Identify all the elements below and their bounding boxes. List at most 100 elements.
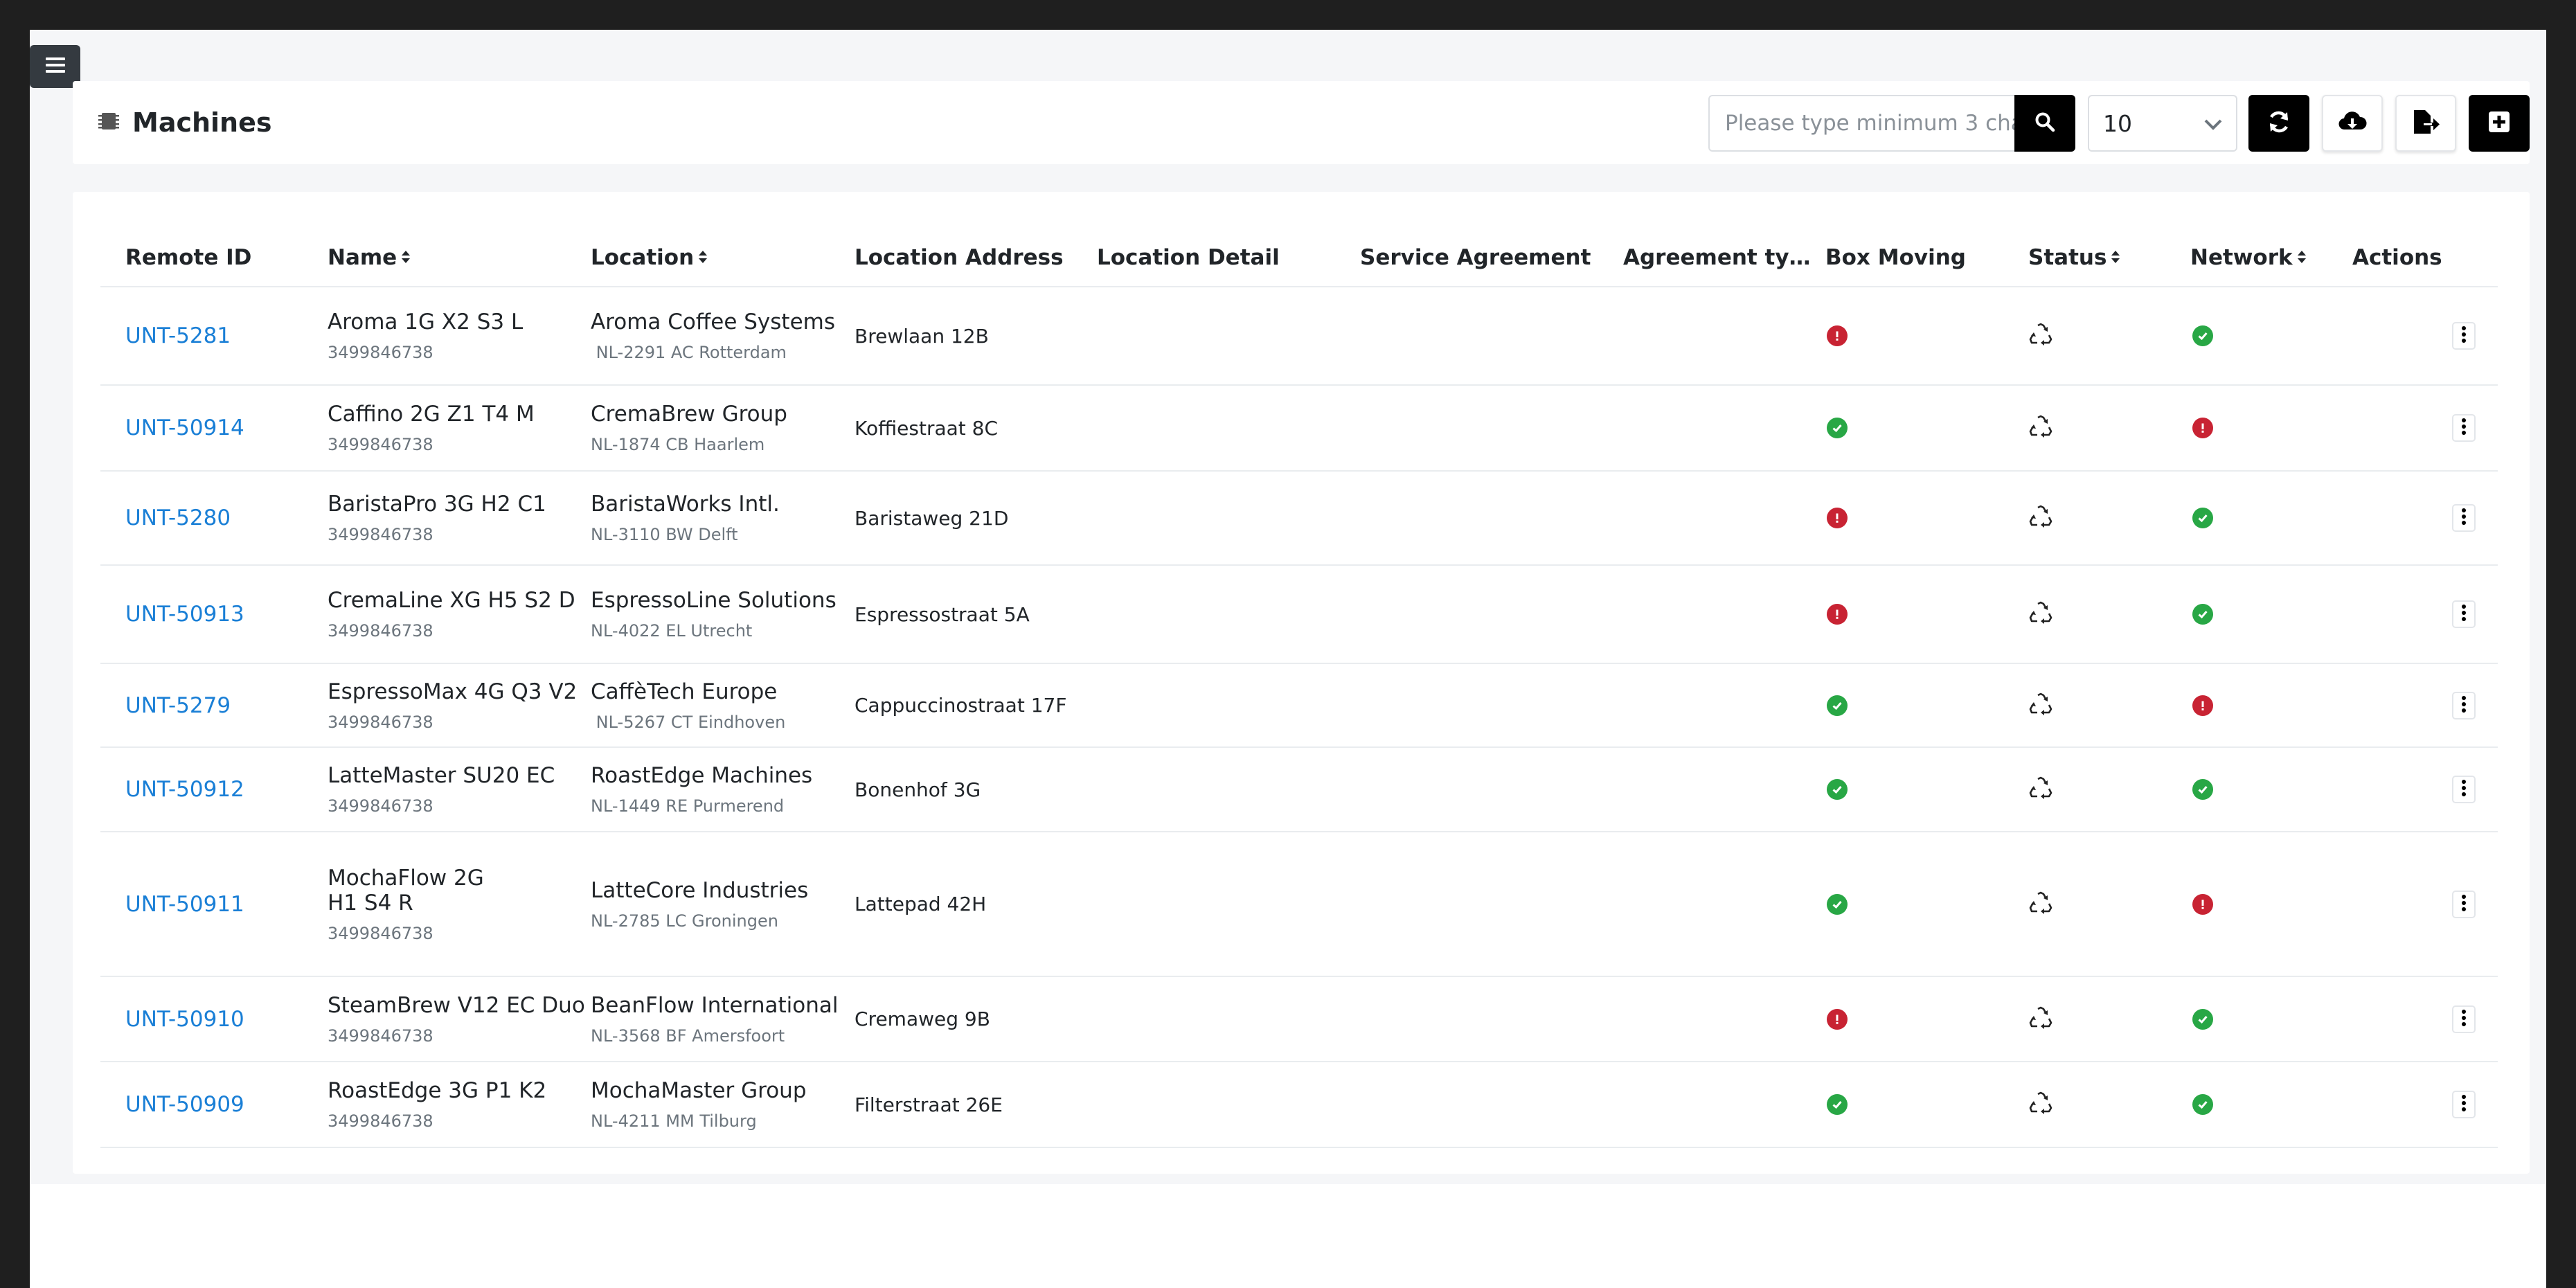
check-circle-icon [1827,1094,1848,1115]
machine-name: MochaFlow 2G H1 S4 R [328,865,484,915]
location-postal: NL-3110 BW Delft [591,525,738,544]
search-field[interactable] [1708,95,2014,152]
remote-id-link[interactable]: UNT-50914 [125,415,244,440]
row-actions-button[interactable] [2452,1005,2476,1033]
kebab-icon [2461,325,2467,346]
location-postal: NL-4022 EL Utrecht [591,621,753,641]
export-button[interactable] [2395,95,2456,152]
machine-serial: 3499846738 [328,712,433,732]
header-network[interactable]: Network [2190,228,2307,287]
sort-icon [2297,245,2307,270]
machine-serial: 3499846738 [328,1026,433,1046]
recycle-icon [2028,776,2053,803]
remote-id-link[interactable]: UNT-50910 [125,1007,244,1032]
recycle-icon [2028,692,2053,719]
hamburger-icon [45,56,65,77]
page-header: Machines 10 [73,81,2530,164]
machine-serial: 3499846738 [328,343,433,362]
recycle-icon [2028,1006,2053,1032]
machines-table: Remote ID Name Location Location Address… [73,192,2530,1174]
check-circle-icon [2192,604,2213,625]
add-icon [2487,110,2511,136]
machine-serial: 3499846738 [328,621,433,641]
kebab-icon [2461,1094,2467,1115]
remote-id-link[interactable]: UNT-50911 [125,892,244,917]
recycle-icon [2028,505,2053,531]
table-header: Remote ID Name Location Location Address… [100,228,2498,287]
row-actions-button[interactable] [2452,890,2476,918]
exclamation-circle-icon [2192,695,2213,716]
table-row: UNT-50910 SteamBrew V12 EC Duo 3499846738 B… [100,977,2498,1062]
location-name: BeanFlow International [591,992,839,1018]
machine-serial: 3499846738 [328,923,433,943]
remote-id-link[interactable]: UNT-50909 [125,1092,244,1117]
header-remote-id: Remote ID [125,245,252,270]
sort-icon [2111,245,2120,270]
location-postal: NL-4211 MM Tilburg [591,1111,757,1131]
kebab-icon [2461,1009,2467,1030]
table-row: UNT-50913 CremaLine XG H5 S2 D 3499846738 E… [100,566,2498,664]
refresh-icon [2266,109,2292,138]
exclamation-circle-icon [2192,893,2213,915]
search-input[interactable] [1725,111,2014,136]
remote-id-link[interactable]: UNT-5280 [125,506,231,530]
kebab-icon [2461,695,2467,716]
table-row: UNT-5279 EspressoMax 4G Q3 V2 3499846738 Ca… [100,664,2498,748]
kebab-icon [2461,418,2467,438]
table-row: UNT-50912 LatteMaster SU20 EC 3499846738 Ro… [100,748,2498,832]
recycle-icon [2028,601,2053,627]
page-title: Machines [132,107,272,138]
kebab-icon [2461,894,2467,915]
refresh-button[interactable] [2248,95,2309,152]
header-location[interactable]: Location [591,228,708,287]
check-circle-icon [1827,779,1848,800]
row-actions-button[interactable] [2452,600,2476,628]
machine-name: BaristaPro 3G H2 C1 [328,492,546,517]
check-circle-icon [2192,508,2213,528]
location-name: CremaBrew Group [591,402,787,427]
row-actions-button[interactable] [2452,776,2476,803]
remote-id-link[interactable]: UNT-50912 [125,777,244,802]
add-button[interactable] [2469,95,2530,152]
location-address: Lattepad 42H [855,893,987,915]
machine-name: RoastEdge 3G P1 K2 [328,1078,547,1103]
page-size-value: 10 [2103,109,2132,137]
check-circle-icon [1827,418,1848,438]
row-actions-button[interactable] [2452,414,2476,442]
check-circle-icon [1827,695,1848,716]
cloud-download-icon [2338,110,2367,136]
download-button[interactable] [2322,95,2383,152]
machine-name: SteamBrew V12 EC Duo [328,992,585,1018]
header-status[interactable]: Status [2028,228,2120,287]
exclamation-circle-icon [1827,604,1848,625]
location-name: RoastEdge Machines [591,763,813,788]
machine-name: EspressoMax 4G Q3 V2 [328,679,578,704]
location-name: LatteCore Industries [591,877,809,903]
location-address: Brewlaan 12B [855,324,989,348]
chevron-down-icon [2203,110,2224,137]
kebab-icon [2461,604,2467,625]
exclamation-circle-icon [1827,1008,1848,1030]
recycle-icon [2028,1091,2053,1118]
header-name[interactable]: Name [328,228,411,287]
location-name: EspressoLine Solutions [591,588,837,613]
content-area: Machines 10 [30,30,2546,1184]
location-address: Espressostraat 5A [855,602,1030,626]
machine-serial: 3499846738 [328,796,433,816]
location-address: Cappuccinostraat 17F [855,694,1067,717]
page-size-select[interactable]: 10 [2088,95,2237,152]
remote-id-link[interactable]: UNT-5279 [125,693,231,718]
recycle-icon [2028,891,2053,918]
row-actions-button[interactable] [2452,691,2476,719]
search-icon [2034,111,2055,135]
remote-id-link[interactable]: UNT-50913 [125,602,244,627]
search-button[interactable] [2014,95,2075,152]
row-actions-button[interactable] [2452,504,2476,532]
remote-id-link[interactable]: UNT-5281 [125,323,231,348]
row-actions-button[interactable] [2452,1091,2476,1118]
location-postal: NL-2785 LC Groningen [591,911,778,931]
table-row: UNT-5281 Aroma 1G X2 S3 L 3499846738 Aroma … [100,287,2498,386]
table-row: UNT-5280 BaristaPro 3G H2 C1 3499846738 Bar… [100,472,2498,566]
header-agreement-type: Agreement ty… [1623,245,1811,270]
row-actions-button[interactable] [2452,322,2476,350]
